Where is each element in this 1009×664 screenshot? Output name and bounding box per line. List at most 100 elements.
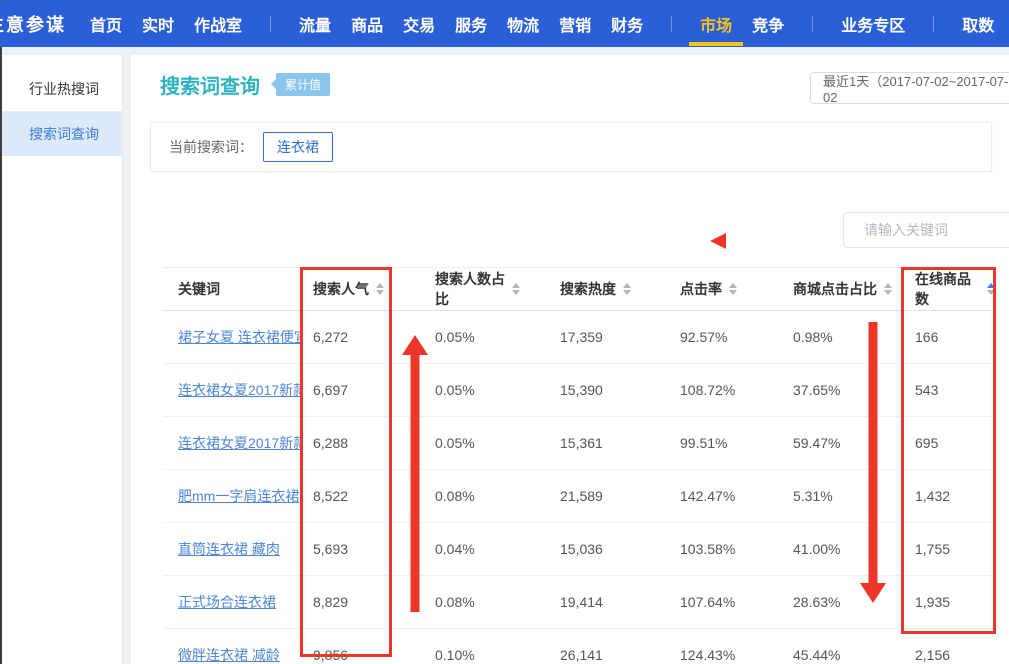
sort-icon[interactable] xyxy=(884,283,892,295)
table-row: 直筒连衣裙 藏肉5,6930.04%15,036103.58%41.00%1,7… xyxy=(163,523,995,576)
value-cell: 5.31% xyxy=(760,488,903,504)
nav-item[interactable]: 营销 xyxy=(559,0,591,47)
column-header[interactable]: 搜索人数占比 xyxy=(392,269,520,309)
nav-item[interactable]: 首页 xyxy=(90,0,122,47)
date-range-picker[interactable]: 最近1天（2017-07-02~2017-07-02 xyxy=(810,72,1009,104)
value-cell: 0.04% xyxy=(392,541,520,557)
column-header: 关键词 xyxy=(163,279,300,299)
column-header-label: 商城点击占比 xyxy=(793,279,877,299)
table-row: 正式场合连衣裙8,8290.08%19,414107.64%28.63%1,93… xyxy=(163,576,995,629)
keyword-cell: 裙子女夏 连衣裙便宜5... xyxy=(163,327,300,347)
nav-item[interactable]: 财务 xyxy=(611,0,643,47)
keyword-link[interactable]: 连衣裙女夏2017新款... xyxy=(178,435,300,451)
value-cell: 1,935 xyxy=(903,594,995,610)
sort-icon[interactable] xyxy=(376,283,384,295)
value-cell: 21,589 xyxy=(520,488,640,504)
nav-item[interactable]: 竞争 xyxy=(752,0,784,47)
value-cell: 9,856 xyxy=(300,647,392,663)
nav-separator xyxy=(671,16,672,32)
column-header[interactable]: 搜索热度 xyxy=(520,279,640,299)
table-row: 裙子女夏 连衣裙便宜5...6,2720.05%17,35992.57%0.98… xyxy=(163,311,995,364)
value-cell: 543 xyxy=(903,382,995,398)
value-cell: 17,359 xyxy=(520,329,640,345)
table-row: 肥mm一字肩连衣裙8,5220.08%21,589142.47%5.31%1,4… xyxy=(163,470,995,523)
nav-item[interactable]: 商品 xyxy=(351,0,383,47)
nav-item[interactable]: 实时 xyxy=(142,0,174,47)
sidebar-item[interactable]: 行业热搜词 xyxy=(2,67,122,112)
column-header-label: 搜索人数占比 xyxy=(435,269,505,309)
column-header[interactable]: 商城点击占比 xyxy=(760,279,903,299)
nav-item[interactable]: 市场 xyxy=(700,0,732,47)
nav-separator xyxy=(933,16,934,32)
sort-icon[interactable] xyxy=(729,283,737,295)
column-header[interactable]: 点击率 xyxy=(640,279,760,299)
table-header-row: 关键词 搜索人气 搜索人数占比 搜索热度 点击率 商城点击占比 在线商品数 xyxy=(163,267,995,311)
value-cell: 26,141 xyxy=(520,647,640,663)
sort-icon[interactable] xyxy=(512,283,520,295)
sort-icon[interactable] xyxy=(987,283,995,295)
nav-item[interactable]: 业务专区 xyxy=(841,0,905,47)
value-cell: 0.05% xyxy=(392,329,520,345)
nav-item[interactable]: 作战室 xyxy=(194,0,242,47)
current-keyword-panel: 当前搜索词： 连衣裙 xyxy=(150,122,992,172)
table-row: 微胖连衣裙 减龄9,8560.10%26,141124.43%45.44%2,1… xyxy=(163,629,995,664)
keyword-cell: 直筒连衣裙 藏肉 xyxy=(163,539,300,559)
page-body: 行业热搜词搜索词查询 搜索词查询 累计值 最近1天（2017-07-02~201… xyxy=(0,47,1009,664)
value-cell: 15,361 xyxy=(520,435,640,451)
keyword-link[interactable]: 连衣裙女夏2017新款... xyxy=(178,382,300,398)
value-cell: 108.72% xyxy=(640,382,760,398)
current-keyword-label: 当前搜索词： xyxy=(169,137,253,157)
nav-item[interactable]: 流量 xyxy=(299,0,331,47)
nav-separator xyxy=(270,16,271,32)
column-header-label: 在线商品数 xyxy=(915,269,980,309)
keyword-link[interactable]: 正式场合连衣裙 xyxy=(178,594,276,610)
keyword-link[interactable]: 微胖连衣裙 减龄 xyxy=(178,647,280,663)
column-header[interactable]: 在线商品数 xyxy=(903,269,995,309)
keyword-cell: 微胖连衣裙 减龄 xyxy=(163,645,300,664)
page-title: 搜索词查询 xyxy=(160,70,260,99)
sort-icon[interactable] xyxy=(623,283,631,295)
annotation-left-arrowhead xyxy=(710,233,726,249)
keyword-cell: 连衣裙女夏2017新款... xyxy=(163,433,300,453)
nav-separator xyxy=(812,16,813,32)
value-cell: 6,288 xyxy=(300,435,392,451)
column-header-label: 关键词 xyxy=(178,279,220,299)
value-cell: 15,390 xyxy=(520,382,640,398)
value-cell: 1,432 xyxy=(903,488,995,504)
value-cell: 0.98% xyxy=(760,329,903,345)
value-cell: 0.08% xyxy=(392,488,520,504)
value-cell: 166 xyxy=(903,329,995,345)
table-row: 连衣裙女夏2017新款...6,6970.05%15,390108.72%37.… xyxy=(163,364,995,417)
page-header: 搜索词查询 累计值 xyxy=(160,69,330,99)
column-header-label: 搜索热度 xyxy=(560,279,616,299)
nav-menu: 首页实时作战室 流量商品交易服务物流营销财务 市场竞争 业务专区 取数 xyxy=(90,0,994,47)
keyword-search-box[interactable] xyxy=(843,212,1009,248)
nav-item[interactable]: 取数 xyxy=(962,0,994,47)
value-cell: 8,522 xyxy=(300,488,392,504)
value-cell: 6,697 xyxy=(300,382,392,398)
keyword-link[interactable]: 裙子女夏 连衣裙便宜5... xyxy=(178,329,300,345)
keyword-link[interactable]: 直筒连衣裙 藏肉 xyxy=(178,541,280,557)
date-range-text: 最近1天（2017-07-02~2017-07-02 xyxy=(823,72,1009,104)
keyword-link[interactable]: 肥mm一字肩连衣裙 xyxy=(178,488,299,504)
value-cell: 0.05% xyxy=(392,435,520,451)
nav-item[interactable]: 服务 xyxy=(455,0,487,47)
nav-item[interactable]: 物流 xyxy=(507,0,539,47)
value-cell: 0.05% xyxy=(392,382,520,398)
top-nav: 生意参谋 首页实时作战室 流量商品交易服务物流营销财务 市场竞争 业务专区 取数 xyxy=(0,0,1009,47)
table-row: 连衣裙女夏2017新款...6,2880.05%15,36199.51%59.4… xyxy=(163,417,995,470)
column-header[interactable]: 搜索人气 xyxy=(300,279,392,299)
value-cell: 15,036 xyxy=(520,541,640,557)
sidebar-item[interactable]: 搜索词查询 xyxy=(2,112,122,156)
value-cell: 142.47% xyxy=(640,488,760,504)
nav-item[interactable]: 交易 xyxy=(403,0,435,47)
app-logo[interactable]: 生意参谋 xyxy=(0,11,66,37)
keyword-search-input[interactable] xyxy=(862,221,1009,239)
value-cell: 45.44% xyxy=(760,647,903,663)
keyword-chip[interactable]: 连衣裙 xyxy=(263,132,333,162)
keyword-cell: 肥mm一字肩连衣裙 xyxy=(163,486,300,506)
keyword-cell: 正式场合连衣裙 xyxy=(163,592,300,612)
column-header-label: 搜索人气 xyxy=(313,279,369,299)
value-cell: 37.65% xyxy=(760,382,903,398)
value-cell: 99.51% xyxy=(640,435,760,451)
